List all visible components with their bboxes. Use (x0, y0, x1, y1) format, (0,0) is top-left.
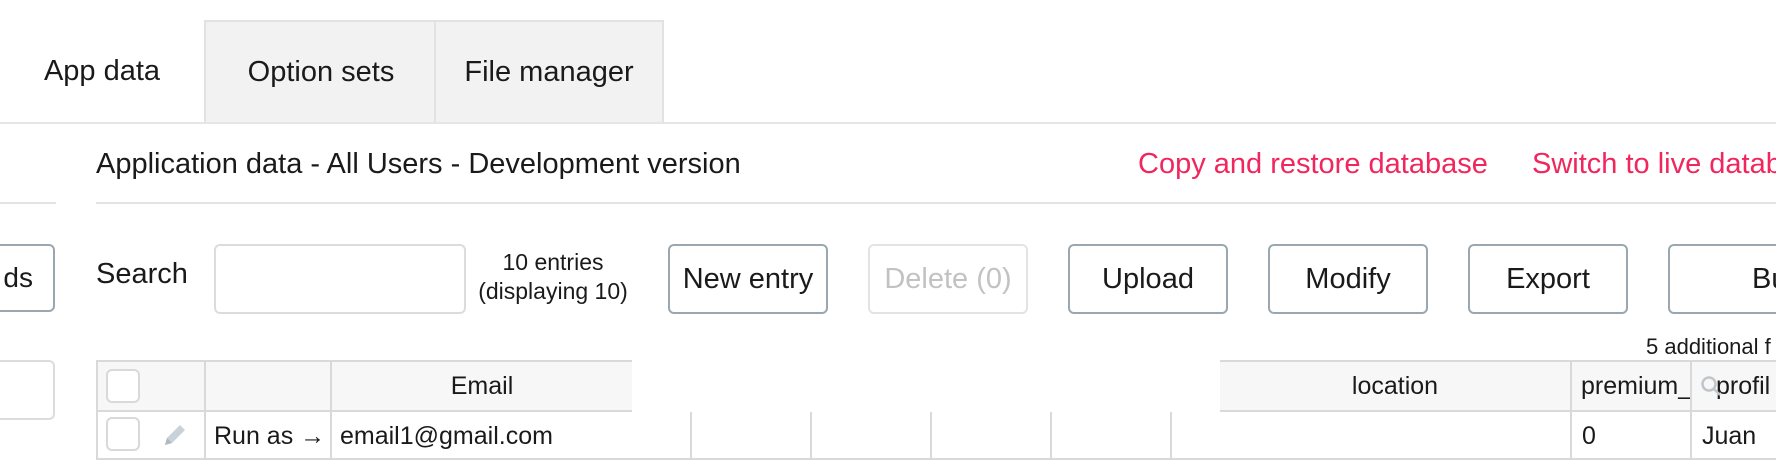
modify-button[interactable]: Modify (1268, 244, 1428, 314)
column-header-email[interactable]: Email (332, 360, 632, 412)
checkbox[interactable] (106, 417, 140, 451)
column-header-profile[interactable]: profil (1700, 360, 1776, 412)
tab-app-data[interactable]: App data (0, 20, 204, 122)
run-as-link[interactable]: Run as → (214, 412, 325, 460)
sidebar-button-label: ds (3, 262, 33, 293)
entries-count: 10 entries (displaying 10) (472, 248, 634, 306)
column-header-location[interactable]: location (1220, 360, 1570, 412)
switch-to-live-database-link[interactable]: Switch to live datab (1532, 148, 1776, 181)
bulk-button[interactable]: Bulk (1668, 244, 1776, 314)
tab-bar-divider (0, 122, 1776, 124)
tab-label: Option sets (247, 55, 395, 88)
tab-option-sets[interactable]: Option sets (204, 20, 436, 122)
new-entry-button[interactable]: New entry (668, 244, 828, 314)
select-all-checkbox[interactable] (106, 369, 140, 403)
column-header-premium[interactable]: premium_ (1581, 360, 1691, 412)
tab-file-manager[interactable]: File manager (434, 20, 664, 122)
tab-label: App data (43, 54, 161, 87)
header-divider (96, 202, 1776, 204)
row-checkbox[interactable] (106, 417, 140, 451)
upload-button[interactable]: Upload (1068, 244, 1228, 314)
row-divider (96, 458, 1776, 460)
sidebar-fields-button[interactable]: ds (0, 244, 55, 312)
column-header-profile-label: profil (1716, 371, 1771, 400)
sidebar-divider (0, 202, 56, 204)
search-input[interactable] (214, 244, 466, 314)
cell-profile: Juan (1702, 421, 1757, 450)
tab-label: File manager (464, 55, 634, 88)
sidebar-input[interactable] (0, 360, 55, 420)
checkbox[interactable] (106, 369, 140, 403)
export-button[interactable]: Export (1468, 244, 1628, 314)
cell-email: email1@gmail.com (340, 421, 553, 450)
copy-restore-database-link[interactable]: Copy and restore database (1138, 148, 1488, 181)
pencil-icon[interactable] (160, 420, 190, 455)
additional-fields-note: 5 additional f (1646, 334, 1771, 359)
magnifier-icon (1700, 375, 1722, 397)
cell-premium: 0 (1582, 421, 1596, 450)
page-title: Application data - All Users - Developme… (96, 148, 741, 180)
entries-displaying: (displaying 10) (478, 278, 628, 304)
delete-button[interactable]: Delete (0) (868, 244, 1028, 314)
search-label: Search (96, 258, 188, 290)
entries-total: 10 entries (502, 249, 604, 275)
